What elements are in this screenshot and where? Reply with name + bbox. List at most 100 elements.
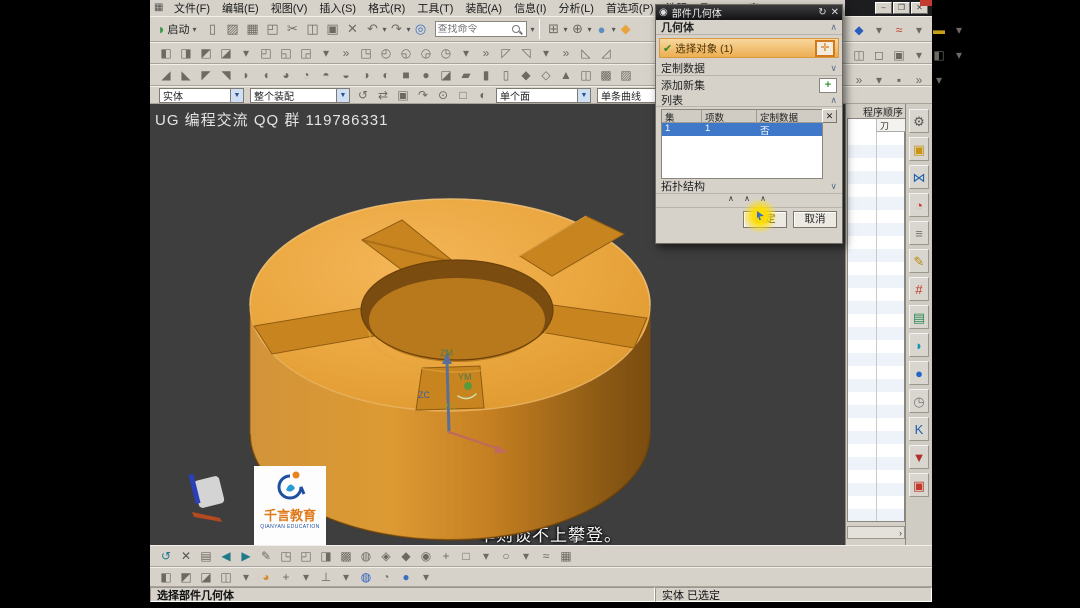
copy-icon[interactable]: ◫: [304, 21, 320, 37]
tool-icon[interactable]: ↷: [415, 88, 431, 102]
tool-icon[interactable]: ◐: [378, 68, 394, 82]
geometry-sets-table[interactable]: 集 项数 定制数据 1 1 否: [661, 109, 823, 179]
tool-icon[interactable]: ◥: [218, 68, 234, 82]
chevron-down-icon[interactable]: ▾: [531, 25, 535, 34]
tool-icon[interactable]: ✎: [258, 549, 274, 563]
tool-icon[interactable]: ▾: [238, 46, 254, 60]
reuse-library-icon[interactable]: ≡: [909, 221, 929, 245]
tool-icon[interactable]: ◵: [398, 46, 414, 60]
tool-icon[interactable]: ◨: [318, 549, 334, 563]
tool-icon[interactable]: ◪: [198, 570, 214, 584]
process-studio-icon[interactable]: ◗: [909, 333, 929, 357]
cancel-button[interactable]: 取消: [793, 211, 837, 228]
tool-icon[interactable]: ⊙: [435, 88, 451, 102]
paste-icon[interactable]: ▣: [324, 21, 340, 37]
tool-icon[interactable]: ▾: [911, 48, 927, 62]
roles-icon[interactable]: ◷: [909, 389, 929, 413]
tool-icon[interactable]: ▩: [598, 68, 614, 82]
tool-icon[interactable]: »: [911, 73, 927, 87]
tool-icon[interactable]: ◻: [871, 48, 887, 62]
pan-icon[interactable]: ⊕: [570, 21, 586, 37]
new-file-icon[interactable]: ▯: [204, 21, 220, 37]
tool-icon[interactable]: ▣: [891, 48, 907, 62]
remove-set-button[interactable]: ✕: [822, 109, 837, 123]
tool-icon[interactable]: ◫: [218, 570, 234, 584]
tool-icon[interactable]: ◫: [851, 48, 867, 62]
tool-icon[interactable]: ●: [418, 68, 434, 82]
menu-item[interactable]: 编辑(E): [216, 0, 265, 16]
topology-section-header[interactable]: 拓扑结构 ∨: [656, 179, 842, 194]
tool-icon[interactable]: ▲: [558, 68, 574, 82]
tool-icon[interactable]: ◧: [158, 46, 174, 60]
tool-icon[interactable]: ▾: [538, 46, 554, 60]
tool-icon[interactable]: ≈: [891, 23, 907, 37]
tool-icon[interactable]: ◔: [378, 570, 394, 584]
tool-icon[interactable]: ◀: [218, 549, 234, 563]
tool-icon[interactable]: ▨: [618, 68, 634, 82]
menu-item[interactable]: 工具(T): [411, 0, 459, 16]
shaded-view-icon[interactable]: ●: [594, 22, 610, 37]
tool-icon[interactable]: ◸: [498, 46, 514, 60]
navigator-hscrollbar[interactable]: ›: [847, 526, 905, 539]
tool-icon[interactable]: ▤: [198, 549, 214, 563]
hd3d-tools-icon[interactable]: ✎: [909, 249, 929, 273]
tool-icon[interactable]: ◒: [338, 68, 354, 82]
tool-icon[interactable]: »: [851, 73, 867, 87]
add-new-set-button[interactable]: +: [819, 77, 837, 93]
tool-icon[interactable]: ◺: [578, 46, 594, 60]
dialog-titlebar[interactable]: ◉ 部件几何体 ↻ ✕: [656, 5, 842, 20]
tool-icon[interactable]: ◿: [598, 46, 614, 60]
manufacturing-wizards-icon[interactable]: ●: [909, 361, 929, 385]
tool-icon[interactable]: ▣: [395, 88, 411, 102]
tool-icon[interactable]: ⇄: [375, 88, 391, 102]
tool-icon[interactable]: ◳: [358, 46, 374, 60]
tool-icon[interactable]: ◍: [358, 549, 374, 563]
menu-item[interactable]: 插入(S): [313, 0, 362, 16]
geometry-section-header[interactable]: 几何体 ∧: [656, 20, 842, 35]
tool-icon[interactable]: ◆: [398, 549, 414, 563]
select-geometry-button[interactable]: ✛: [815, 39, 835, 57]
start-menu-button[interactable]: ◑ 启动 ▾: [156, 21, 196, 37]
tool-icon[interactable]: ◱: [278, 46, 294, 60]
tool-icon[interactable]: »: [338, 46, 354, 60]
menu-item[interactable]: 视图(V): [265, 0, 314, 16]
menu-item[interactable]: 装配(A): [459, 0, 508, 16]
menu-item[interactable]: 信息(I): [508, 0, 552, 16]
tool-icon[interactable]: ▾: [951, 23, 967, 37]
command-finder[interactable]: [434, 21, 527, 37]
web-browser-icon[interactable]: #: [909, 277, 929, 301]
fit-view-icon[interactable]: ⊞: [546, 21, 562, 37]
tool-icon[interactable]: ▾: [418, 570, 434, 584]
tool-icon[interactable]: ✕: [178, 549, 194, 563]
view-cube-icon[interactable]: [186, 464, 230, 526]
tool-icon[interactable]: ◈: [378, 549, 394, 563]
tool-icon[interactable]: ◑: [358, 68, 374, 82]
tool-icon[interactable]: ▶: [238, 549, 254, 563]
tool-icon[interactable]: ▪: [891, 73, 907, 87]
chevron-down-icon[interactable]: ▾: [407, 25, 411, 34]
custom-data-section-header[interactable]: 定制数据 ∨: [656, 61, 842, 76]
tool-icon[interactable]: ▾: [478, 549, 494, 563]
tool-icon[interactable]: ▾: [871, 23, 887, 37]
tool-icon[interactable]: ◖: [258, 68, 274, 82]
navigator-list[interactable]: 刀: [847, 118, 905, 522]
tool-icon[interactable]: ◇: [538, 68, 554, 82]
minimize-button[interactable]: –: [875, 2, 892, 14]
face-rule-dropdown[interactable]: 单个面 ▼: [496, 87, 591, 103]
tool-icon[interactable]: ●: [398, 570, 414, 584]
tool-icon[interactable]: ▰: [458, 68, 474, 82]
menu-item[interactable]: 文件(F): [168, 0, 216, 16]
tool-icon[interactable]: □: [455, 88, 471, 102]
tool-icon[interactable]: ◪: [438, 68, 454, 82]
system-scenes-icon[interactable]: K: [909, 417, 929, 441]
tool-icon[interactable]: ◩: [178, 570, 194, 584]
ok-button[interactable]: 确定: [743, 211, 787, 228]
tool-icon[interactable]: □: [458, 549, 474, 563]
command-finder-input[interactable]: [437, 23, 512, 35]
tool-icon[interactable]: ▮: [478, 68, 494, 82]
tool-icon[interactable]: ◶: [418, 46, 434, 60]
tool-icon[interactable]: ◨: [178, 46, 194, 60]
chevron-down-icon[interactable]: ▾: [564, 25, 568, 34]
close-icon[interactable]: ✕: [831, 7, 839, 18]
tool-icon[interactable]: ▾: [458, 46, 474, 60]
